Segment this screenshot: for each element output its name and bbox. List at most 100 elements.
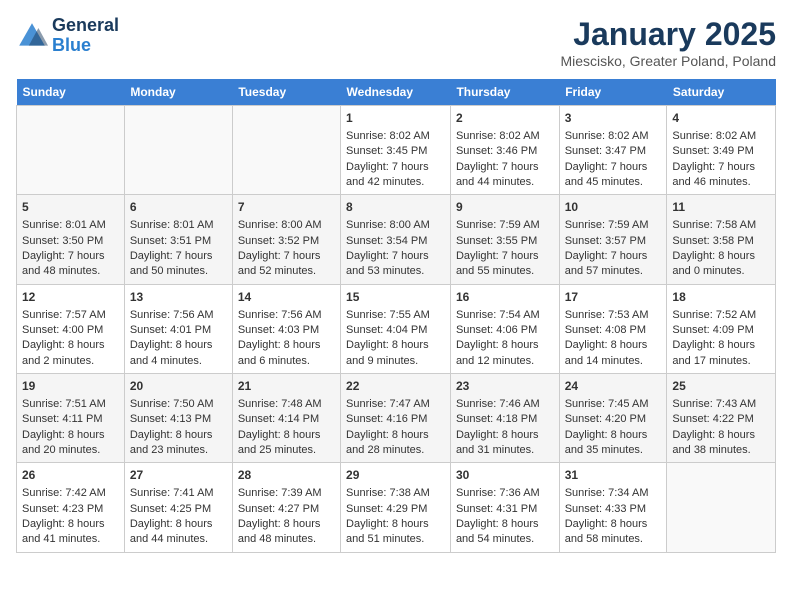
calendar-cell: 11Sunrise: 7:58 AMSunset: 3:58 PMDayligh… (667, 195, 776, 284)
cell-content: Daylight: 8 hours and 51 minutes. (346, 517, 445, 548)
logo-line2: Blue (52, 36, 119, 56)
cell-content: Sunset: 3:52 PM (238, 234, 335, 249)
calendar-cell: 30Sunrise: 7:36 AMSunset: 4:31 PMDayligh… (450, 463, 559, 552)
cell-content: Sunrise: 7:39 AM (238, 486, 335, 501)
calendar-cell: 8Sunrise: 8:00 AMSunset: 3:54 PMDaylight… (341, 195, 451, 284)
cell-content: Daylight: 8 hours and 44 minutes. (130, 517, 227, 548)
cell-content: Sunrise: 8:02 AM (456, 129, 554, 144)
day-number: 16 (456, 289, 554, 306)
calendar-cell: 21 Sunrise: 7:48 AMSunset: 4:14 PMDayligh… (232, 374, 340, 463)
day-number: 4 (672, 110, 770, 127)
day-number: 5 (22, 199, 119, 216)
cell-content: Sunrise: 8:02 AM (672, 129, 770, 144)
day-number: 17 (565, 289, 662, 306)
day-number: 19 (22, 378, 119, 395)
cell-content: Daylight: 8 hours and 17 minutes. (672, 338, 770, 369)
cell-content: Sunset: 3:45 PM (346, 144, 445, 159)
day-number: 30 (456, 467, 554, 484)
day-number: 26 (22, 467, 119, 484)
cell-content: Sunrise: 7:56 AM (130, 308, 227, 323)
calendar-cell: 3Sunrise: 8:02 AMSunset: 3:47 PMDaylight… (559, 106, 667, 195)
day-number: 2 (456, 110, 554, 127)
cell-content: Sunrise: 7:59 AM (456, 218, 554, 233)
cell-content: Sunset: 3:57 PM (565, 234, 662, 249)
calendar-cell: 13Sunrise: 7:56 AMSunset: 4:01 PMDayligh… (124, 284, 232, 373)
cell-content: Sunset: 3:47 PM (565, 144, 662, 159)
calendar-cell: 23Sunrise: 7:46 AMSunset: 4:18 PMDayligh… (450, 374, 559, 463)
cell-content: Daylight: 8 hours and 35 minutes. (565, 428, 662, 459)
calendar-cell: 17Sunrise: 7:53 AMSunset: 4:08 PMDayligh… (559, 284, 667, 373)
cell-content: Daylight: 7 hours and 53 minutes. (346, 249, 445, 280)
cell-content: Sunset: 4:33 PM (565, 502, 662, 517)
cell-content: Daylight: 8 hours and 31 minutes. (456, 428, 554, 459)
cell-content: Daylight: 8 hours and 25 minutes. (238, 428, 335, 459)
cell-content: Sunrise: 8:00 AM (346, 218, 445, 233)
cell-content: Sunset: 4:29 PM (346, 502, 445, 517)
cell-content: Sunrise: 8:02 AM (565, 129, 662, 144)
logo: General Blue (16, 16, 119, 56)
calendar-cell (124, 106, 232, 195)
day-number: 13 (130, 289, 227, 306)
day-number: 14 (238, 289, 335, 306)
cell-content: Daylight: 8 hours and 9 minutes. (346, 338, 445, 369)
cell-content: Daylight: 8 hours and 38 minutes. (672, 428, 770, 459)
calendar-cell: 2Sunrise: 8:02 AMSunset: 3:46 PMDaylight… (450, 106, 559, 195)
cell-content: Sunrise: 7:47 AM (346, 397, 445, 412)
day-number: 9 (456, 199, 554, 216)
cell-content: Daylight: 8 hours and 23 minutes. (130, 428, 227, 459)
week-row-0: 1Sunrise: 8:02 AMSunset: 3:45 PMDaylight… (17, 106, 776, 195)
calendar-cell (17, 106, 125, 195)
week-row-2: 12Sunrise: 7:57 AMSunset: 4:00 PMDayligh… (17, 284, 776, 373)
cell-content: Sunset: 4:20 PM (565, 412, 662, 427)
cell-content: Daylight: 8 hours and 0 minutes. (672, 249, 770, 280)
cell-content: Sunrise: 8:01 AM (22, 218, 119, 233)
calendar-cell: 14 Sunrise: 7:56 AMSunset: 4:03 PMDayligh… (232, 284, 340, 373)
calendar-cell: 9Sunrise: 7:59 AMSunset: 3:55 PMDaylight… (450, 195, 559, 284)
cell-content: Sunrise: 7:56 AM (238, 308, 335, 323)
cell-content: Daylight: 7 hours and 57 minutes. (565, 249, 662, 280)
header-tuesday: Tuesday (232, 79, 340, 106)
day-number: 7 (238, 199, 335, 216)
cell-content: Sunrise: 8:00 AM (238, 218, 335, 233)
cell-content: Sunset: 4:06 PM (456, 323, 554, 338)
cell-content: Sunset: 4:13 PM (130, 412, 227, 427)
day-number: 23 (456, 378, 554, 395)
calendar-cell: 25Sunrise: 7:43 AMSunset: 4:22 PMDayligh… (667, 374, 776, 463)
cell-content: Daylight: 8 hours and 20 minutes. (22, 428, 119, 459)
cell-content: Sunset: 4:14 PM (238, 412, 335, 427)
calendar-cell: 10Sunrise: 7:59 AMSunset: 3:57 PMDayligh… (559, 195, 667, 284)
day-number: 21 (238, 378, 335, 395)
calendar-cell: 28Sunrise: 7:39 AMSunset: 4:27 PMDayligh… (232, 463, 340, 552)
cell-content: Sunset: 4:03 PM (238, 323, 335, 338)
cell-content: Daylight: 8 hours and 28 minutes. (346, 428, 445, 459)
day-number: 15 (346, 289, 445, 306)
cell-content: Sunrise: 7:36 AM (456, 486, 554, 501)
day-number: 8 (346, 199, 445, 216)
calendar-cell: 29Sunrise: 7:38 AMSunset: 4:29 PMDayligh… (341, 463, 451, 552)
cell-content: Daylight: 7 hours and 42 minutes. (346, 160, 445, 191)
cell-content: Sunrise: 8:02 AM (346, 129, 445, 144)
header-wednesday: Wednesday (341, 79, 451, 106)
calendar-cell: 7Sunrise: 8:00 AMSunset: 3:52 PMDaylight… (232, 195, 340, 284)
day-number: 31 (565, 467, 662, 484)
cell-content: Daylight: 8 hours and 6 minutes. (238, 338, 335, 369)
page-header: General Blue January 2025 Miescisko, Gre… (16, 16, 776, 69)
cell-content: Sunrise: 7:57 AM (22, 308, 119, 323)
cell-content: Sunset: 4:11 PM (22, 412, 119, 427)
logo-text: General Blue (52, 16, 119, 56)
cell-content: Daylight: 8 hours and 54 minutes. (456, 517, 554, 548)
cell-content: Daylight: 8 hours and 12 minutes. (456, 338, 554, 369)
calendar-cell: 4Sunrise: 8:02 AMSunset: 3:49 PMDaylight… (667, 106, 776, 195)
calendar-cell: 12Sunrise: 7:57 AMSunset: 4:00 PMDayligh… (17, 284, 125, 373)
day-number: 20 (130, 378, 227, 395)
cell-content: Sunrise: 7:48 AM (238, 397, 335, 412)
cell-content: Sunrise: 7:51 AM (22, 397, 119, 412)
cell-content: Daylight: 7 hours and 48 minutes. (22, 249, 119, 280)
day-number: 18 (672, 289, 770, 306)
calendar-cell: 20Sunrise: 7:50 AMSunset: 4:13 PMDayligh… (124, 374, 232, 463)
cell-content: Sunset: 4:23 PM (22, 502, 119, 517)
cell-content: Daylight: 7 hours and 44 minutes. (456, 160, 554, 191)
day-number: 28 (238, 467, 335, 484)
day-number: 10 (565, 199, 662, 216)
cell-content: Daylight: 8 hours and 14 minutes. (565, 338, 662, 369)
